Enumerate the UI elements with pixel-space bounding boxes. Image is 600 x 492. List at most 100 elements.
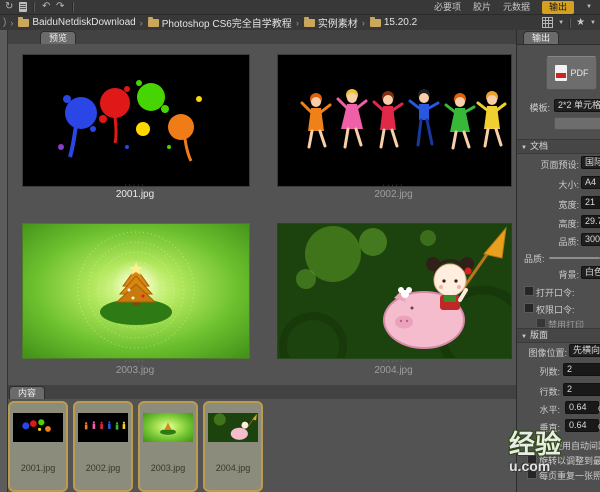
content-item-2002[interactable]: 2002.jpg bbox=[73, 401, 133, 492]
background-row: 背景: 白色 bbox=[521, 266, 600, 281]
disable-print-checkbox[interactable] bbox=[536, 318, 546, 328]
breadcrumb-item[interactable]: 15.20.2 bbox=[384, 17, 417, 28]
quality-slider[interactable] bbox=[549, 257, 600, 259]
document-section-header[interactable]: ▼文档 bbox=[517, 139, 600, 154]
preview-filename: 2004.jpg bbox=[277, 365, 510, 376]
breadcrumb-prefix: ) bbox=[3, 17, 6, 28]
horizontal-input[interactable]: 0.64 bbox=[565, 401, 599, 414]
height-label: 高度: bbox=[558, 217, 579, 230]
rotate-best-fit-row: 旋转以调整到最佳匹配 bbox=[521, 452, 600, 467]
chevron-down-icon[interactable]: ▼ bbox=[586, 4, 592, 10]
content-thumbnail bbox=[208, 413, 258, 442]
preview-filename: 2002.jpg bbox=[277, 189, 510, 200]
rating-dots[interactable]: ····· bbox=[277, 358, 510, 365]
top-toolbar: ↻ ↶ ↷ 必要项 胶片 元数据 输出 ▼ bbox=[0, 0, 600, 15]
refresh-preview-button[interactable] bbox=[554, 117, 600, 130]
triangle-down-icon: ▼ bbox=[521, 145, 527, 151]
content-item-2001[interactable]: 2001.jpg bbox=[8, 401, 68, 492]
page-preset-select[interactable]: 国际标准纸张 bbox=[581, 156, 600, 169]
content-item-2004[interactable]: 2004.jpg bbox=[203, 401, 263, 492]
preview-image-2002[interactable] bbox=[277, 54, 512, 187]
triangle-down-icon: ▼ bbox=[521, 334, 527, 340]
preview-image-2004[interactable] bbox=[277, 223, 512, 359]
content-filename: 2003.jpg bbox=[140, 463, 196, 473]
preview-filename: 2003.jpg bbox=[22, 365, 248, 376]
content-thumbnail bbox=[78, 413, 128, 442]
height-input[interactable]: 29.7 bbox=[581, 215, 600, 228]
pdf-file-icon bbox=[555, 65, 567, 81]
workspace-tab-output[interactable]: 输出 bbox=[542, 1, 574, 14]
background-label: 背景: bbox=[558, 268, 579, 281]
template-select[interactable]: 2*2 单元格 bbox=[554, 99, 600, 112]
tab-output[interactable]: 输出 bbox=[523, 31, 559, 44]
page-preset-label: 页面预设: bbox=[540, 158, 579, 171]
folder-icon bbox=[370, 19, 381, 27]
content-filename: 2001.jpg bbox=[10, 463, 66, 473]
permission-password-checkbox[interactable] bbox=[524, 303, 534, 313]
permission-password-row: 权限口令: bbox=[521, 301, 600, 316]
columns-label: 列数: bbox=[539, 365, 560, 378]
rating-dots[interactable]: ····· bbox=[277, 182, 510, 189]
template-label: 模板: bbox=[529, 101, 550, 114]
size-select[interactable]: A4 bbox=[581, 176, 600, 189]
workspace-tab-essentials[interactable]: 必要项 bbox=[434, 0, 461, 14]
open-password-label: 打开口令: bbox=[536, 286, 575, 299]
rating-dots[interactable]: ····· bbox=[22, 182, 248, 189]
view-options-caret-icon[interactable]: ▼ bbox=[558, 20, 564, 26]
auto-spacing-row: 使用自动间距 bbox=[521, 437, 600, 452]
content-item-2003[interactable]: 2003.jpg bbox=[138, 401, 198, 492]
folder-icon bbox=[148, 19, 159, 27]
auto-spacing-checkbox[interactable] bbox=[541, 439, 551, 449]
new-document-icon[interactable] bbox=[19, 2, 27, 12]
preview-image-2003[interactable] bbox=[22, 223, 250, 359]
image-placement-label: 图像位置: bbox=[528, 346, 567, 359]
content-tabbar: 内容 bbox=[8, 385, 517, 400]
rating-dots[interactable]: ····· bbox=[22, 358, 248, 365]
columns-input[interactable]: 2 bbox=[563, 363, 600, 376]
filter-caret-icon[interactable]: ▼ bbox=[590, 20, 596, 26]
workspace-tab-filmstrip[interactable]: 胶片 bbox=[473, 0, 491, 14]
preview-tabbar: 预览 bbox=[8, 30, 517, 45]
size-label: 大小: bbox=[558, 178, 579, 191]
size-row: 大小: A4 bbox=[521, 176, 600, 191]
layout-section-header[interactable]: ▼版面 bbox=[517, 328, 600, 343]
christmas-tree-art bbox=[23, 224, 249, 358]
redo-icon[interactable]: ↷ bbox=[56, 0, 64, 14]
vertical-label: 垂直: bbox=[539, 421, 560, 434]
chevron-right-icon: › bbox=[140, 18, 143, 28]
quality-slider-label: 品质: bbox=[524, 252, 545, 265]
vertical-input[interactable]: 0.64 bbox=[565, 419, 599, 432]
background-select[interactable]: 白色 bbox=[581, 266, 600, 279]
tab-preview[interactable]: 预览 bbox=[40, 31, 76, 44]
image-placement-row: 图像位置: 先横向排列 bbox=[521, 344, 600, 359]
horizontal-row: 水平: 0.64 cm bbox=[521, 401, 600, 416]
quality-preset-select[interactable]: 300 ppi bbox=[581, 233, 600, 246]
rotate-refresh-icon[interactable]: ↻ bbox=[5, 0, 13, 14]
repeat-photo-label: 每页重复一张照片 bbox=[539, 469, 600, 482]
rows-input[interactable]: 2 bbox=[563, 383, 600, 396]
breadcrumb-item[interactable]: BaiduNetdiskDownload bbox=[32, 17, 135, 28]
repeat-photo-checkbox[interactable] bbox=[527, 469, 537, 479]
width-input[interactable]: 21 bbox=[581, 196, 600, 209]
breadcrumb-item[interactable]: 实例素材 bbox=[318, 15, 358, 30]
star-filter-icon[interactable]: ★ bbox=[576, 18, 585, 28]
chevron-right-icon: › bbox=[362, 18, 365, 28]
refresh-row bbox=[521, 117, 600, 132]
folder-icon bbox=[18, 19, 29, 27]
preview-image-2001[interactable] bbox=[22, 54, 250, 187]
breadcrumb-item[interactable]: Photoshop CS6完全自学教程 bbox=[162, 15, 292, 30]
image-placement-select[interactable]: 先横向排列 bbox=[569, 344, 600, 357]
pdf-output-button[interactable]: PDF bbox=[546, 56, 597, 90]
content-filename: 2004.jpg bbox=[205, 463, 261, 473]
width-row: 宽度: 21 bbox=[521, 196, 600, 211]
tab-content[interactable]: 内容 bbox=[9, 386, 45, 399]
chevron-right-icon: › bbox=[10, 18, 13, 28]
workspace-tab-metadata[interactable]: 元数据 bbox=[503, 0, 530, 14]
document-section-title: 文档 bbox=[530, 141, 548, 151]
thumbnail-grid-icon[interactable] bbox=[542, 17, 553, 28]
open-password-checkbox[interactable] bbox=[524, 286, 534, 296]
undo-icon[interactable]: ↶ bbox=[42, 0, 50, 14]
rotate-best-fit-checkbox[interactable] bbox=[527, 454, 537, 464]
collapsed-left-panel[interactable] bbox=[0, 30, 8, 492]
layout-section-title: 版面 bbox=[530, 330, 548, 340]
